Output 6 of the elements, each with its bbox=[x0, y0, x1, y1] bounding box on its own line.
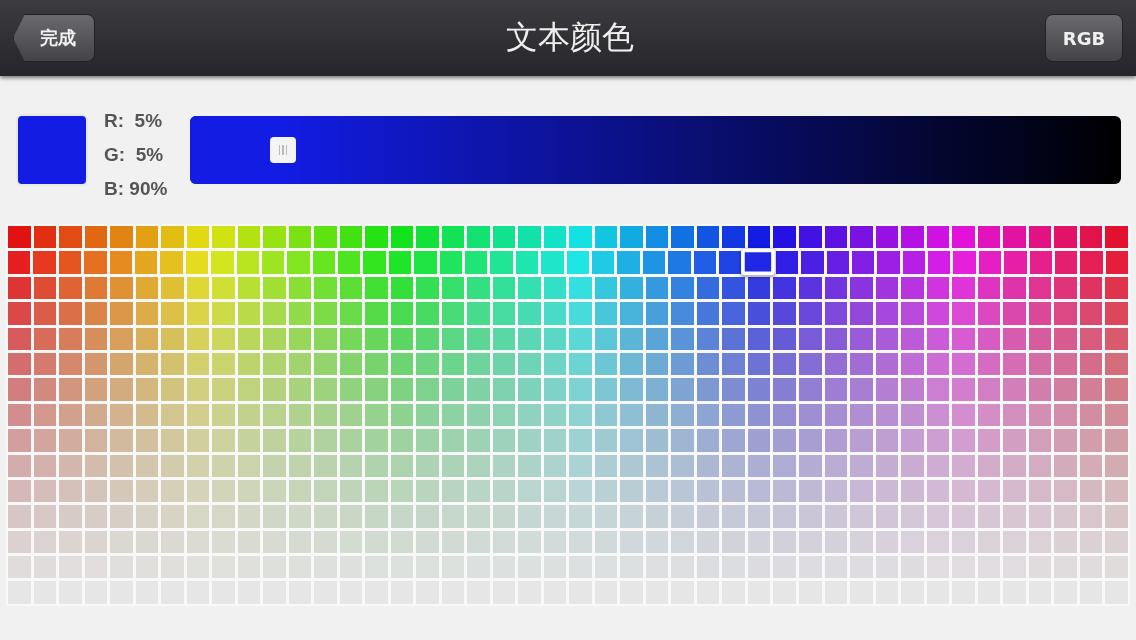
channel-percent: G: 5% bbox=[104, 143, 165, 167]
rgb-mode-button[interactable]: RGB bbox=[1045, 14, 1123, 62]
channel-percent: B: 90% bbox=[104, 177, 169, 201]
screen-title: 文本颜色 bbox=[506, 17, 634, 58]
channel-percent: R: 5% bbox=[104, 109, 164, 133]
done-button[interactable]: 完成 bbox=[13, 14, 95, 62]
